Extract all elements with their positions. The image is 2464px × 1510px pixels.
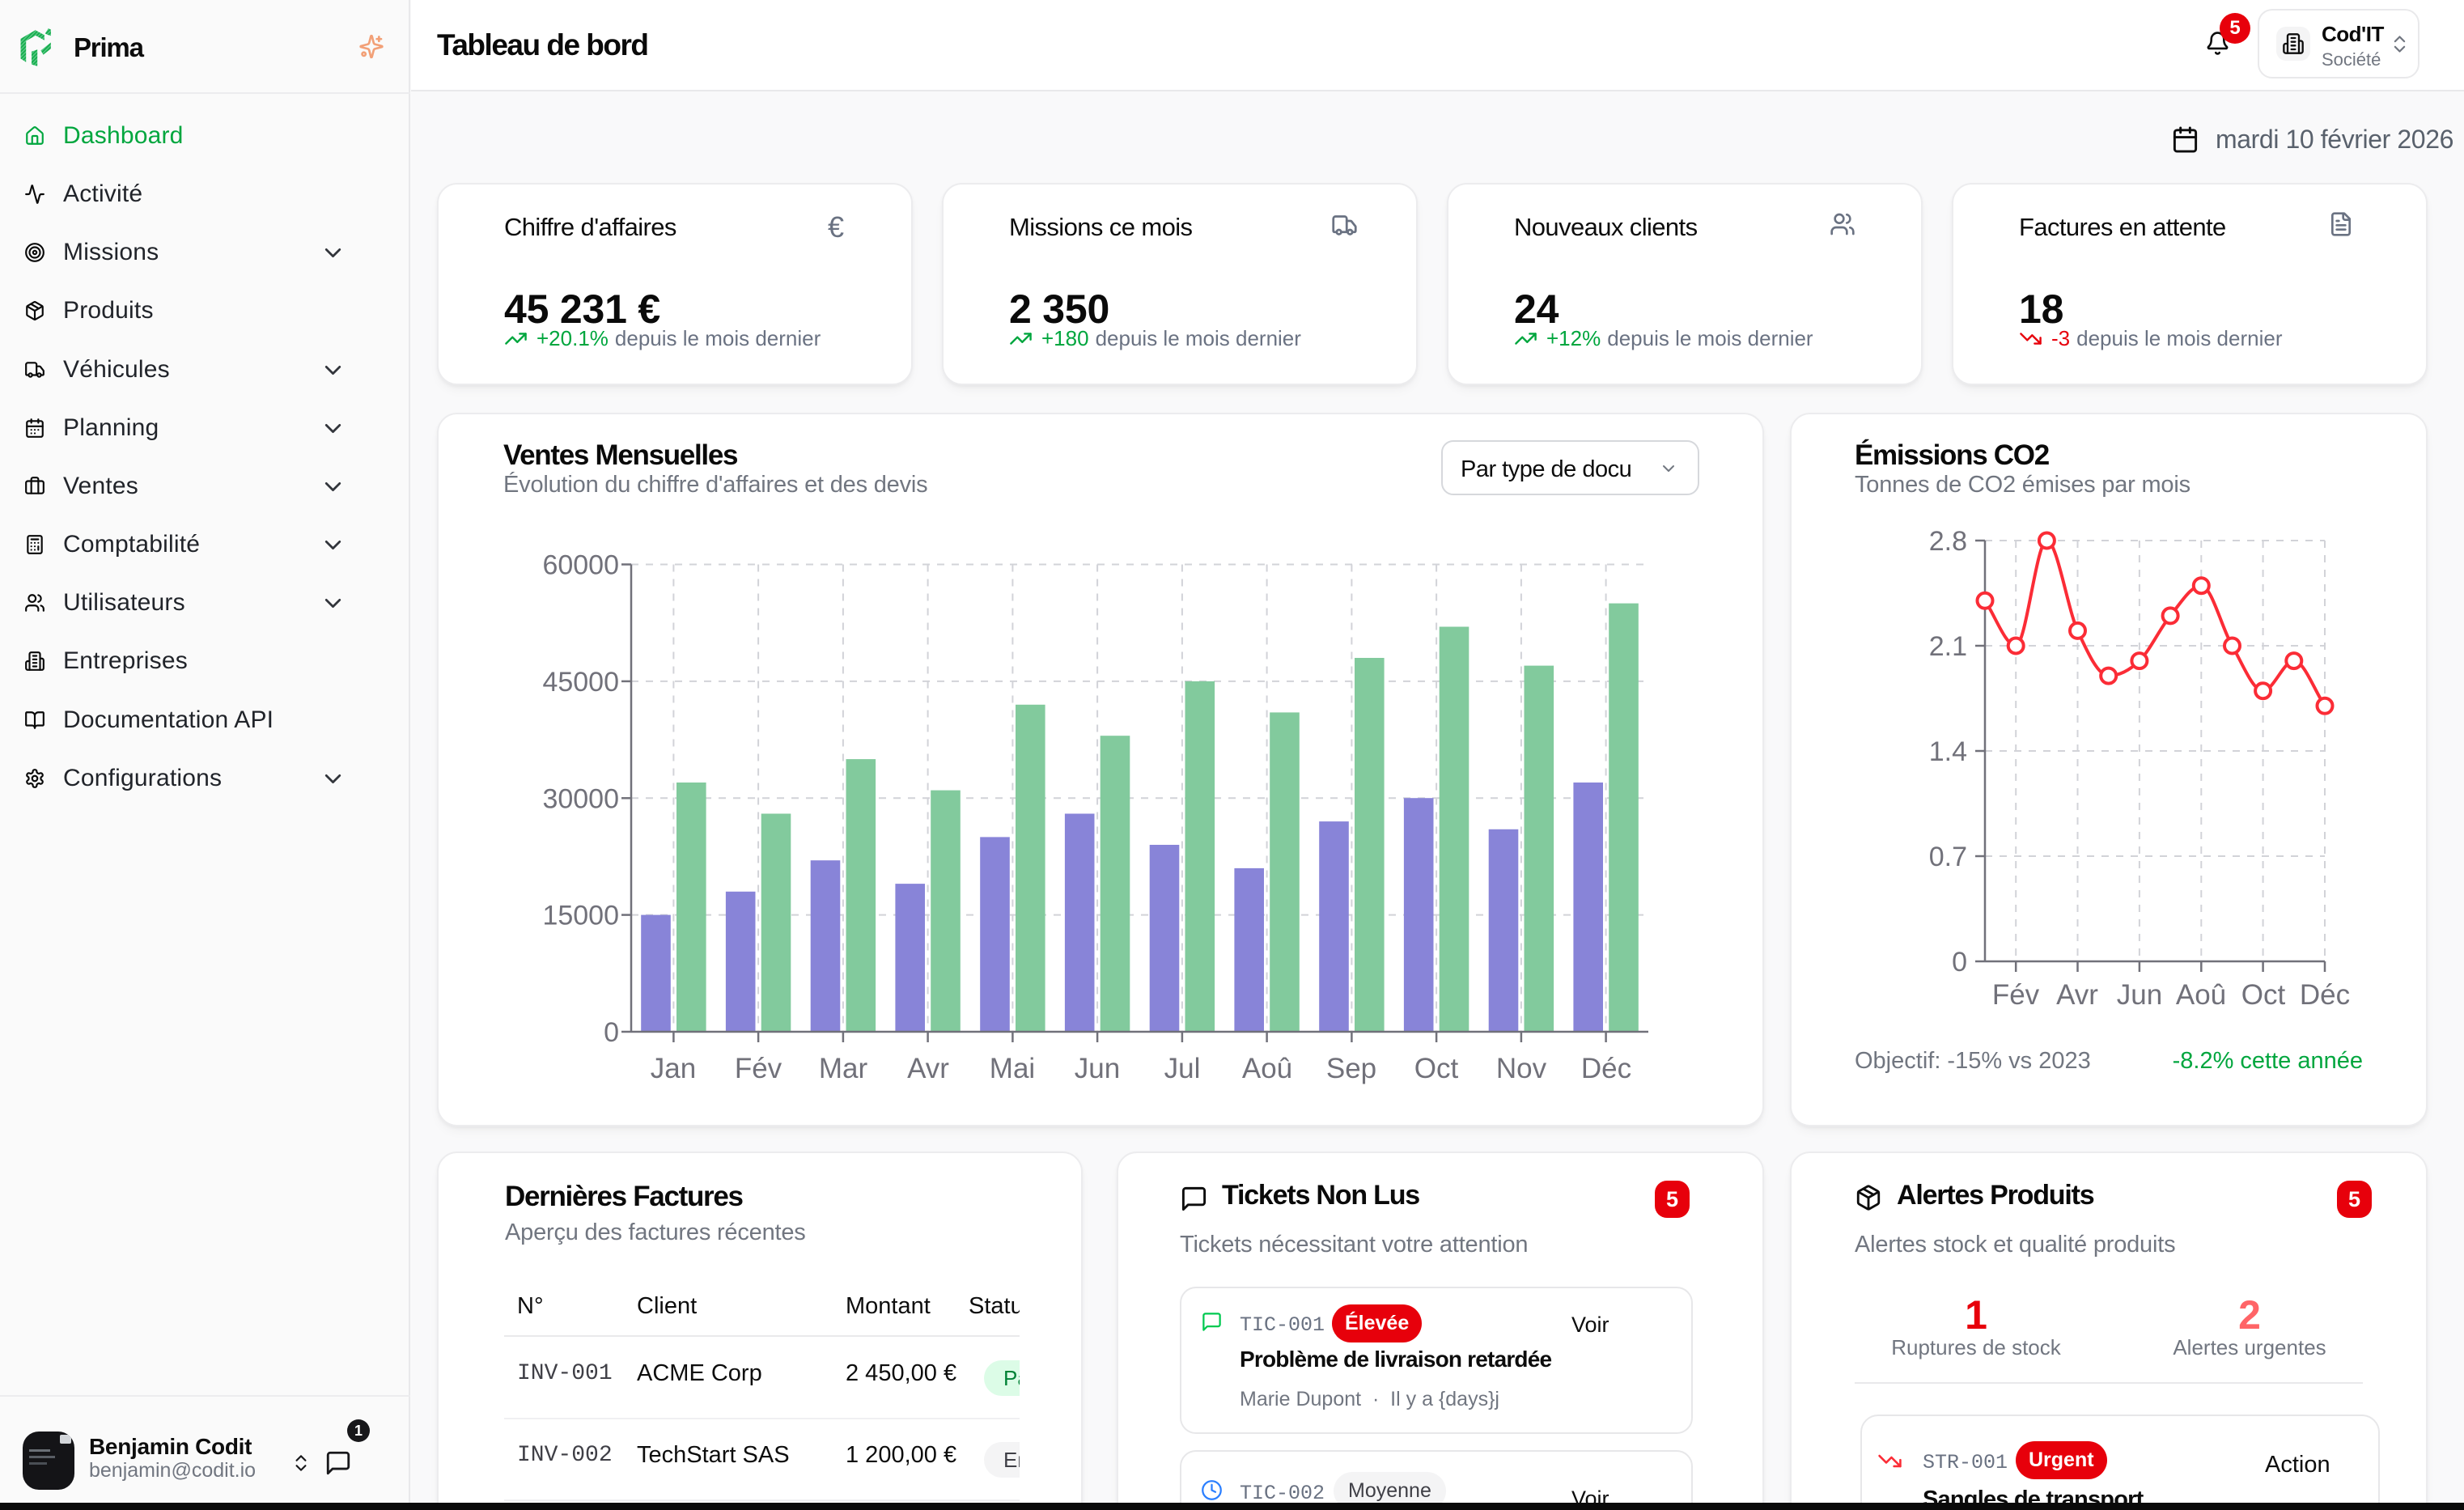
svg-text:0: 0 <box>604 1017 619 1048</box>
svg-text:Jun: Jun <box>1075 1053 1120 1084</box>
svg-text:45000: 45000 <box>542 667 619 698</box>
svg-text:Jun: Jun <box>2117 979 2162 1011</box>
svg-text:Oct: Oct <box>1414 1053 1459 1084</box>
svg-text:2.1: 2.1 <box>1929 631 1967 662</box>
svg-text:Nov: Nov <box>1496 1053 1547 1084</box>
svg-text:Jan: Jan <box>651 1053 696 1084</box>
svg-text:1.4: 1.4 <box>1929 736 1967 767</box>
svg-text:60000: 60000 <box>542 550 619 581</box>
svg-text:0.7: 0.7 <box>1929 842 1967 872</box>
svg-text:Fév: Fév <box>735 1053 782 1084</box>
svg-text:Avr: Avr <box>907 1053 949 1084</box>
svg-text:Déc: Déc <box>2300 979 2350 1011</box>
svg-text:Oct: Oct <box>2241 979 2286 1011</box>
svg-text:Mar: Mar <box>819 1053 868 1084</box>
svg-text:2.8: 2.8 <box>1929 526 1967 557</box>
svg-text:15000: 15000 <box>542 901 619 931</box>
svg-text:0: 0 <box>1952 947 1967 978</box>
svg-text:Déc: Déc <box>1581 1053 1631 1084</box>
svg-text:Aoû: Aoû <box>2176 979 2226 1011</box>
svg-text:Avr: Avr <box>2056 979 2098 1011</box>
svg-text:Jul: Jul <box>1164 1053 1201 1084</box>
svg-text:Aoû: Aoû <box>1242 1053 1292 1084</box>
svg-text:30000: 30000 <box>542 783 619 814</box>
svg-text:Mai: Mai <box>990 1053 1035 1084</box>
svg-text:Sep: Sep <box>1326 1053 1376 1084</box>
svg-text:Fév: Fév <box>1992 979 2040 1011</box>
